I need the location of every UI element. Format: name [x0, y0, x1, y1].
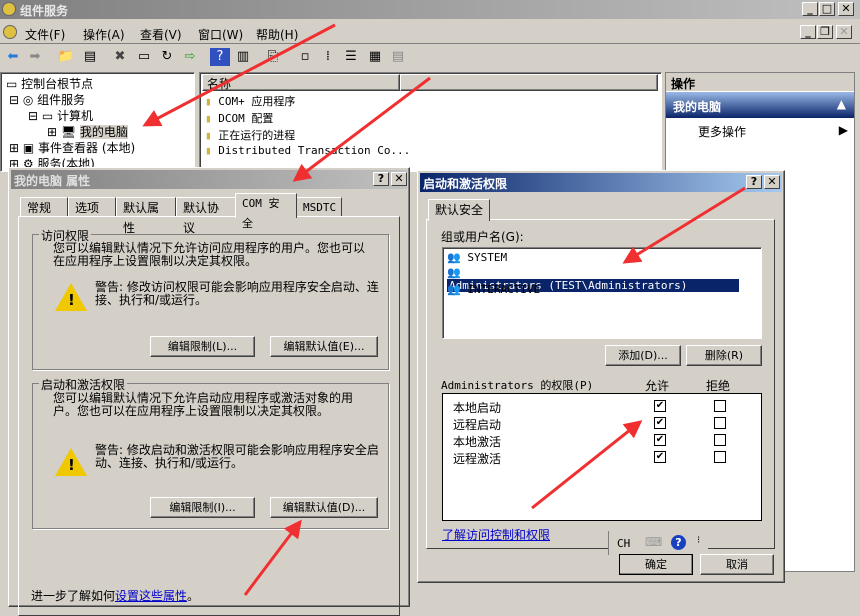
- tab-com-security[interactable]: COM 安全: [235, 193, 297, 230]
- tab-default-security[interactable]: 默认安全: [428, 199, 490, 221]
- annotation-arrow: [622, 186, 746, 264]
- annotation-arrows: [142, 23, 746, 596]
- annotation-arrow: [243, 519, 302, 596]
- annotation-arrow: [142, 23, 336, 127]
- annotation-arrow: [531, 420, 643, 510]
- annotation-arrow: [292, 76, 431, 182]
